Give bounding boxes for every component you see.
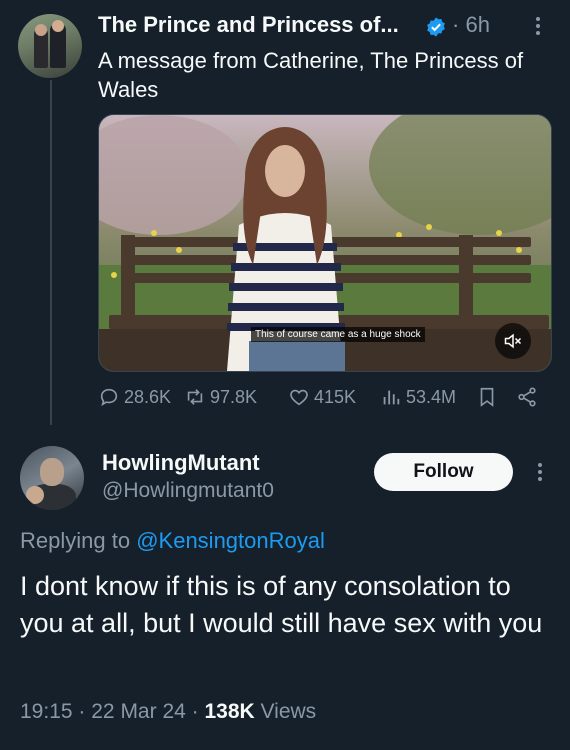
reply-text: I dont know if this is of any consolatio… — [20, 571, 543, 638]
reply-views-label: Views — [260, 700, 317, 723]
retweet-count: 97.8K — [210, 386, 258, 407]
replying-mention-link[interactable]: @KensingtonRoyal — [136, 528, 325, 553]
views-count: 53.4M — [406, 386, 457, 407]
views-icon — [383, 390, 400, 405]
reply-author-avatar[interactable] — [20, 446, 84, 510]
mute-icon — [504, 333, 522, 349]
views-button[interactable]: 53.4M — [380, 386, 456, 408]
thread-connector-line — [50, 80, 52, 425]
reply-views-count: 138K — [204, 700, 255, 723]
follow-button[interactable]: Follow — [374, 453, 513, 491]
reply-count: 28.6K — [124, 386, 172, 407]
mute-button[interactable] — [495, 323, 531, 359]
original-author-avatar[interactable] — [18, 14, 82, 78]
like-button[interactable]: 415K — [288, 386, 356, 408]
like-count: 415K — [314, 386, 357, 407]
like-icon — [290, 389, 308, 406]
video-player[interactable]: This of course came as a huge shock — [98, 114, 552, 372]
bookmark-button[interactable] — [476, 386, 502, 408]
tweet-time[interactable]: · 6h — [452, 12, 490, 38]
reply-metadata: 19:15 · 22 Mar 24 · 138K Views — [20, 700, 317, 723]
more-icon[interactable] — [526, 14, 550, 38]
reply-author-handle[interactable]: @Howlingmutant0 — [102, 479, 274, 503]
video-caption: This of course came as a huge shock — [251, 327, 425, 342]
retweet-icon — [187, 389, 203, 405]
share-icon — [518, 387, 536, 407]
verified-badge-icon — [427, 17, 445, 37]
tweet-text: A message from Catherine, The Princess o… — [98, 48, 524, 102]
more-icon[interactable] — [528, 460, 552, 484]
retweet-button[interactable]: 97.8K — [184, 386, 257, 408]
reply-button[interactable]: 28.6K — [98, 386, 171, 408]
reply-time[interactable]: 19:15 — [20, 700, 73, 723]
reply-author-name[interactable]: HowlingMutant — [102, 450, 260, 476]
reply-icon — [100, 388, 118, 407]
bookmark-icon — [480, 387, 494, 407]
original-author-name[interactable]: The Prince and Princess of... — [98, 12, 399, 38]
reply-date[interactable]: 22 Mar 24 — [91, 700, 186, 723]
replying-to: Replying to @KensingtonRoyal — [20, 528, 325, 553]
share-button[interactable] — [516, 386, 542, 408]
tweet-actions: 28.6K 97.8K 415K 53.4M — [98, 386, 550, 414]
